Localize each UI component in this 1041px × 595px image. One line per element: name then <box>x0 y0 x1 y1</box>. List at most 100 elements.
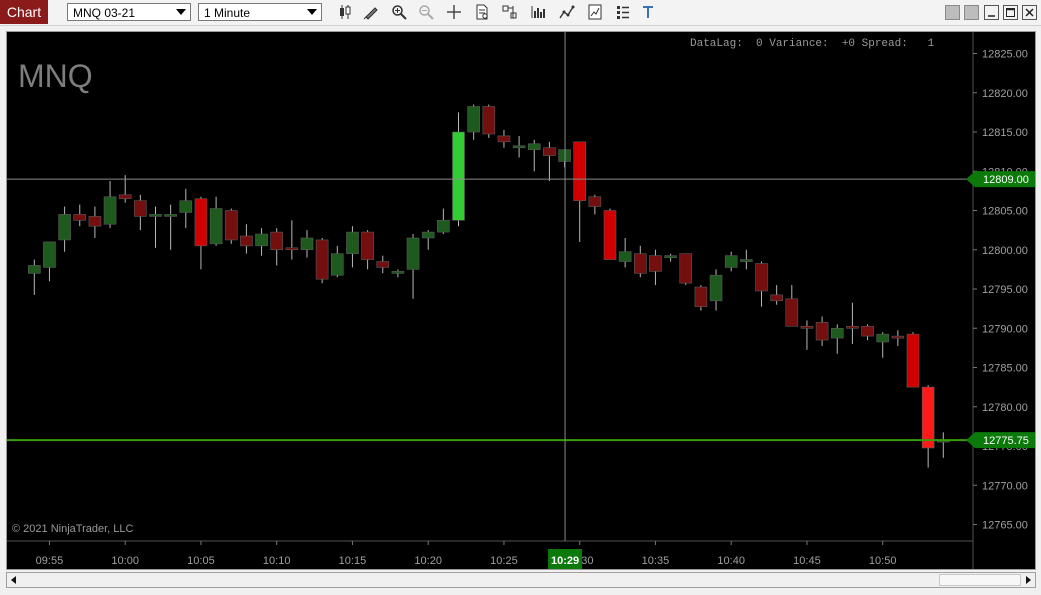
minimize-icon[interactable] <box>984 5 999 20</box>
bar-type-icon[interactable] <box>335 3 355 21</box>
tile-a-icon[interactable] <box>945 5 960 20</box>
candle <box>603 208 617 260</box>
candle-body <box>770 294 783 302</box>
time-tick-label: 10:05 <box>187 555 215 567</box>
candle <box>543 141 556 182</box>
text-tool-icon[interactable] <box>638 3 658 21</box>
instrument-selector[interactable]: MNQ 03-21 <box>67 3 191 21</box>
candle <box>846 302 859 344</box>
interval-selector[interactable]: 1 Minute <box>198 3 322 21</box>
candle-body <box>846 325 859 329</box>
candle <box>209 196 223 246</box>
time-tick-label: 10:40 <box>717 555 745 567</box>
candle-body <box>694 286 708 307</box>
candle-body <box>149 214 162 217</box>
candle <box>437 208 450 235</box>
scroll-thumb[interactable] <box>939 574 1021 586</box>
candle <box>164 204 177 250</box>
candle <box>224 208 238 244</box>
price-tick-label: 12770.00 <box>982 480 1028 492</box>
candle <box>452 112 465 227</box>
time-tick-label: 10:45 <box>793 555 821 567</box>
candle-body <box>103 196 117 225</box>
candle-body <box>724 255 738 268</box>
chart-panel[interactable]: 12765.0012770.0012775.0012780.0012785.00… <box>6 31 1036 570</box>
candle <box>482 104 496 138</box>
chevron-down-icon <box>176 9 186 15</box>
candle-body <box>891 335 905 339</box>
time-axis[interactable]: 09:5510:0010:0510:1010:1510:2010:2510:30… <box>36 541 897 567</box>
price-axis[interactable]: 12765.0012770.0012775.0012780.0012785.00… <box>973 49 1028 532</box>
candle-body <box>664 255 677 258</box>
crosshair-price-label: 12809.00 <box>983 174 1029 186</box>
candle-body <box>906 333 920 388</box>
price-tick-label: 12780.00 <box>982 402 1028 414</box>
price-chart[interactable]: 12765.0012770.0012775.0012780.0012785.00… <box>7 32 1035 569</box>
chart-trader-icon[interactable] <box>500 3 520 21</box>
candle-body <box>527 143 541 150</box>
candle <box>527 139 541 172</box>
candle <box>285 220 299 260</box>
candle <box>330 245 344 278</box>
candle <box>103 181 117 229</box>
horizontal-scrollbar[interactable] <box>6 572 1036 588</box>
time-tick-label: 10:00 <box>111 555 139 567</box>
candle <box>936 432 950 458</box>
candle <box>891 330 905 346</box>
price-tick-label: 12785.00 <box>982 363 1028 375</box>
templates-icon[interactable] <box>613 3 633 21</box>
candle <box>876 332 890 358</box>
candle-body <box>255 233 268 247</box>
candle-body <box>815 322 829 341</box>
candle-body <box>755 263 768 292</box>
candle-body <box>285 247 299 251</box>
price-tick-label: 12795.00 <box>982 284 1028 296</box>
chart-toolbar: Chart MNQ 03-21 1 Minute <box>0 0 1041 26</box>
close-icon[interactable] <box>1022 5 1037 20</box>
candle <box>255 228 268 256</box>
candle-body <box>43 241 56 268</box>
candle-body <box>194 198 208 247</box>
candle <box>149 206 162 248</box>
candle <box>618 237 632 268</box>
data-box-icon[interactable] <box>472 3 492 21</box>
candle-body <box>118 194 132 200</box>
strategies-icon[interactable] <box>557 3 577 21</box>
time-tick-label: 10:15 <box>339 555 367 567</box>
candle <box>649 249 662 286</box>
drawing-tool-icon[interactable] <box>361 3 381 21</box>
candle-body <box>573 141 587 201</box>
candle-body <box>679 253 693 284</box>
time-tick-label: 10:10 <box>263 555 291 567</box>
candle <box>134 194 147 231</box>
candle <box>815 316 829 346</box>
maximize-icon[interactable] <box>1003 5 1018 20</box>
scroll-left-icon[interactable] <box>7 573 21 587</box>
chart-tab[interactable]: Chart <box>0 0 48 24</box>
scroll-right-icon[interactable] <box>1021 573 1035 587</box>
candle-body <box>240 235 253 247</box>
candle-body <box>391 271 405 274</box>
candle <box>770 285 783 305</box>
candle-body <box>209 208 223 245</box>
candle-body <box>709 274 723 302</box>
candle <box>406 234 420 299</box>
zoom-out-icon[interactable] <box>416 3 436 21</box>
indicators-icon[interactable] <box>528 3 548 21</box>
current-price-marker: 12775.75 <box>966 432 1035 449</box>
candle-body <box>633 253 647 274</box>
candle-body <box>437 220 450 233</box>
candle <box>588 194 602 215</box>
zoom-in-icon[interactable] <box>389 3 409 21</box>
tile-b-icon[interactable] <box>964 5 979 20</box>
candle <box>740 249 753 270</box>
candle-body <box>830 327 844 339</box>
properties-icon[interactable] <box>585 3 605 21</box>
crosshair-time-label: 10:29 <box>551 555 579 567</box>
candle <box>88 206 102 238</box>
candle-body <box>88 216 102 227</box>
time-tick-label: 10:35 <box>642 555 670 567</box>
candle-body <box>361 231 374 260</box>
crosshair-icon[interactable] <box>444 3 464 21</box>
candle-body <box>618 251 632 262</box>
